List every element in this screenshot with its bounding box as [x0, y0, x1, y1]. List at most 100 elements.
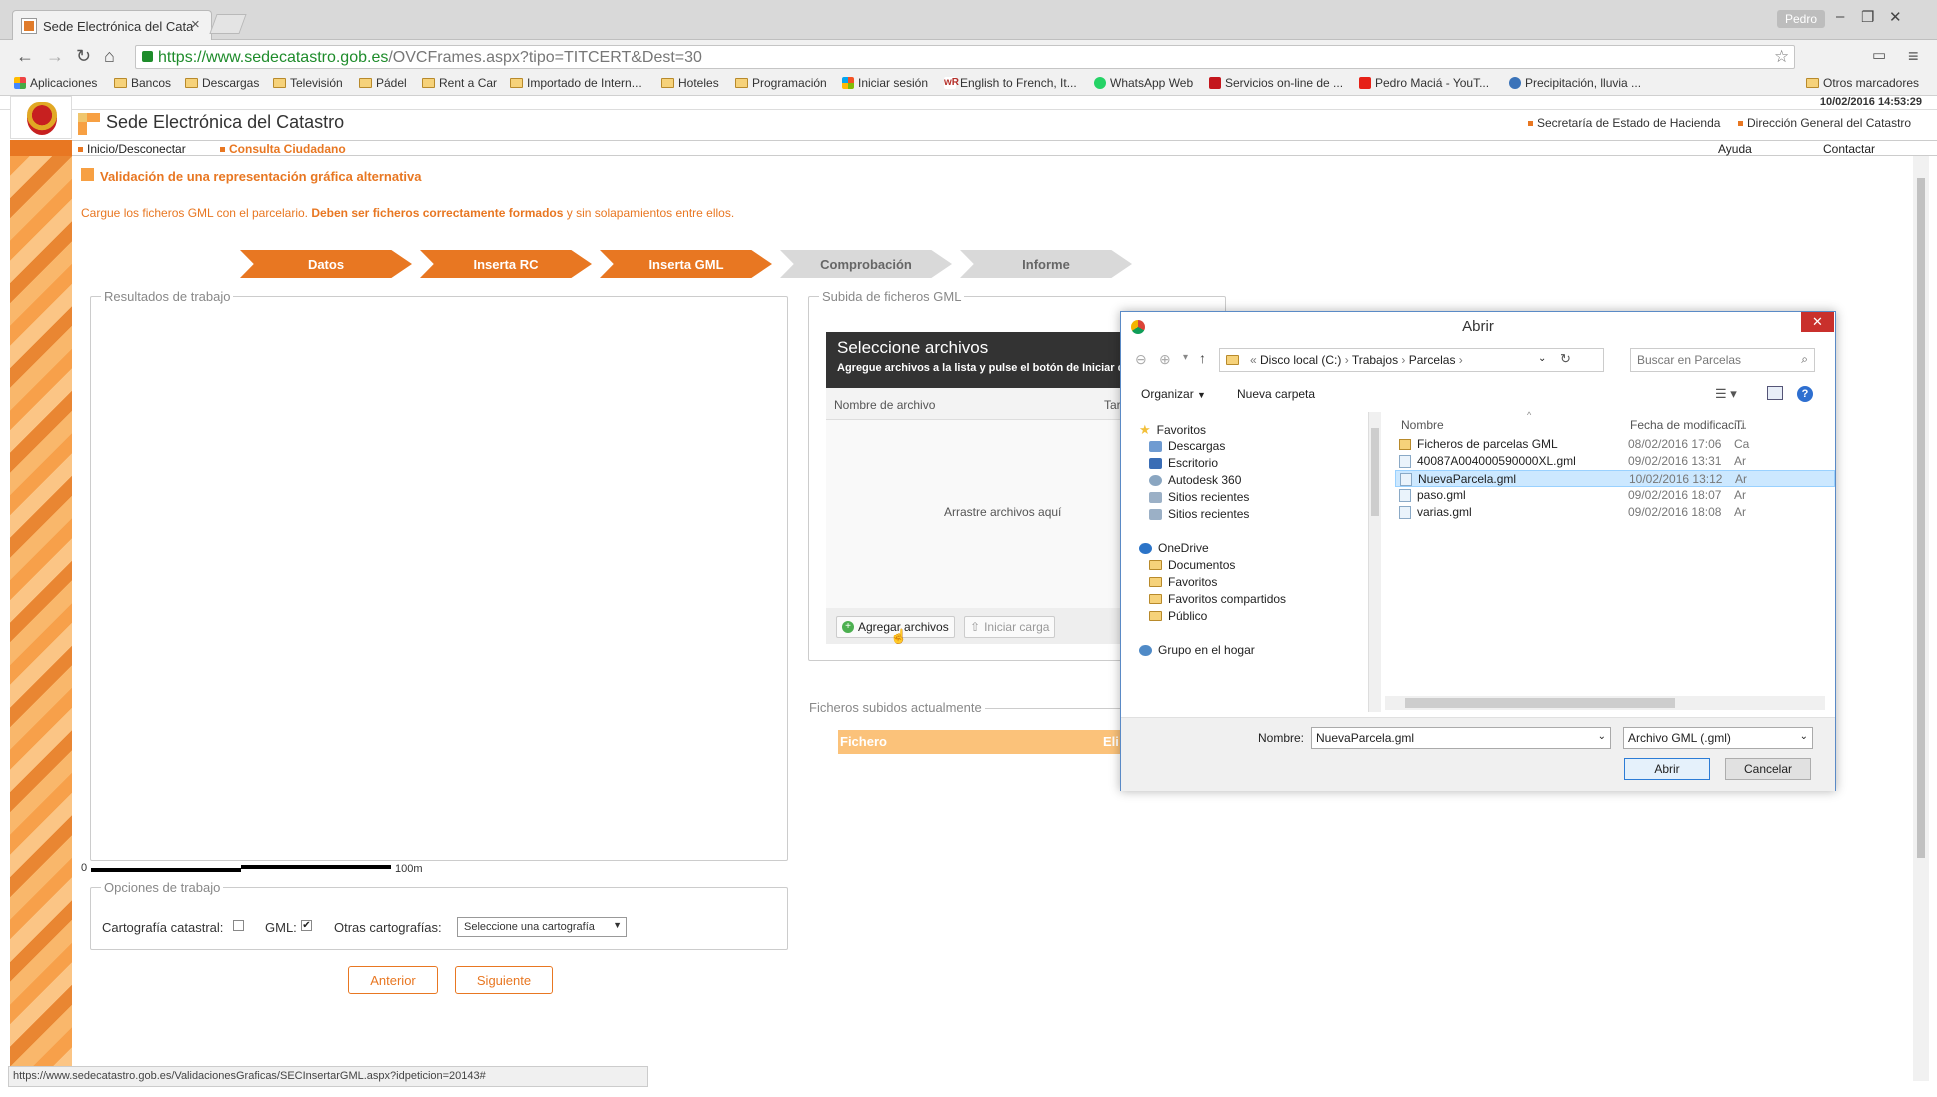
bookmark-apps[interactable]: Aplicaciones — [14, 76, 97, 90]
preview-pane-icon[interactable] — [1767, 386, 1783, 400]
organize-menu[interactable]: Organizar ▼ — [1141, 387, 1206, 401]
gml-checkbox[interactable]: ✔ — [301, 920, 312, 931]
nav-favoritos-od[interactable]: Favoritos — [1149, 575, 1217, 589]
nav-label: Sitios recientes — [1168, 507, 1250, 521]
cast-icon[interactable]: ▭ — [1872, 46, 1886, 64]
bookmark-item[interactable]: Precipitación, lluvia ... — [1509, 76, 1641, 90]
refresh-icon[interactable]: ↻ — [1560, 351, 1571, 367]
link-secretaria[interactable]: Secretaría de Estado de Hacienda — [1528, 116, 1720, 130]
nav-autodesk[interactable]: Autodesk 360 — [1149, 473, 1241, 487]
chevron-down-icon[interactable]: ⌄ — [1538, 353, 1546, 364]
step-inserta-rc[interactable]: Inserta RC — [420, 250, 592, 278]
breadcrumb-item[interactable]: Parcelas — [1409, 353, 1456, 367]
siguiente-button[interactable]: Siguiente — [455, 966, 553, 994]
gobierno-logo[interactable] — [10, 96, 72, 139]
file-row[interactable]: Ficheros de parcelas GML 08/02/2016 17:06… — [1395, 436, 1835, 453]
address-bar[interactable]: https://www.sedecatastro.gob.es/OVCFrame… — [135, 45, 1795, 69]
nav-recientes[interactable]: Sitios recientes — [1149, 490, 1249, 504]
file-row[interactable]: paso.gml 09/02/2016 18:07 Ar — [1395, 487, 1835, 504]
menu-icon[interactable]: ≡ — [1908, 46, 1919, 67]
other-bookmarks[interactable]: Otros marcadores — [1806, 76, 1919, 90]
bookmark-item[interactable]: Iniciar sesión — [842, 76, 928, 90]
scrollbar-thumb[interactable] — [1371, 428, 1379, 516]
bookmark-item[interactable]: Rent a Car — [422, 76, 497, 90]
recent-dropdown-icon[interactable]: ▾ — [1183, 352, 1188, 363]
nav-consulta[interactable]: Consulta Ciudadano — [220, 142, 346, 156]
step-datos[interactable]: Datos — [240, 250, 412, 278]
minimize-icon[interactable]: – — [1836, 8, 1844, 25]
link-direccion[interactable]: Dirección General del Catastro — [1738, 116, 1911, 130]
open-button[interactable]: Abrir — [1624, 758, 1710, 780]
close-tab-icon[interactable]: × — [191, 16, 200, 33]
user-badge[interactable]: Pedro — [1777, 10, 1826, 28]
scrollbar-thumb[interactable] — [1405, 698, 1675, 708]
dialog-search-input[interactable]: Buscar en Parcelas ⌕ — [1630, 348, 1815, 372]
reload-icon[interactable]: ↻ — [76, 46, 91, 67]
help-icon[interactable]: ? — [1797, 386, 1813, 402]
col-tipo[interactable]: Ti — [1735, 418, 1745, 432]
bookmark-item[interactable]: WhatsApp Web — [1094, 76, 1193, 90]
col-size: Tar — [1104, 398, 1121, 412]
file-list-hscrollbar[interactable] — [1385, 696, 1825, 710]
bookmark-item[interactable]: Hoteles — [661, 76, 719, 90]
drop-area[interactable]: Arrastre archivos aquí — [826, 420, 1126, 620]
dialog-breadcrumb[interactable]: « Disco local (C:) › Trabajos › Parcelas… — [1219, 348, 1604, 372]
bookmark-item[interactable]: Descargas — [185, 76, 259, 90]
nav-grupo-hogar[interactable]: Grupo en el hogar — [1139, 643, 1255, 657]
nav-inicio[interactable]: Inicio/Desconectar — [78, 142, 186, 156]
dialog-titlebar[interactable]: Abrir ✕ — [1121, 312, 1835, 342]
close-window-icon[interactable]: ✕ — [1889, 8, 1902, 26]
nav-contactar[interactable]: Contactar — [1823, 142, 1875, 156]
nav-descargas[interactable]: Descargas — [1149, 439, 1225, 453]
nav-compartidos[interactable]: Favoritos compartidos — [1149, 592, 1286, 606]
breadcrumb-item[interactable]: Disco local (C:) — [1260, 353, 1341, 367]
folder-icon — [273, 78, 286, 88]
view-options-icon[interactable]: ☰ ▾ — [1715, 386, 1737, 402]
nav-pane-scrollbar[interactable] — [1369, 412, 1381, 712]
new-folder-button[interactable]: Nueva carpeta — [1237, 387, 1315, 401]
col-nombre[interactable]: Nombre — [1401, 418, 1444, 432]
bookmark-item[interactable]: Programación — [735, 76, 827, 90]
bookmark-item[interactable]: Televisión — [273, 76, 343, 90]
home-icon[interactable]: ⌂ — [104, 46, 115, 67]
nav-escritorio[interactable]: Escritorio — [1149, 456, 1218, 470]
dialog-close-icon[interactable]: ✕ — [1801, 312, 1834, 332]
file-row[interactable]: varias.gml 09/02/2016 18:08 Ar — [1395, 504, 1835, 521]
file-row-selected[interactable]: NuevaParcela.gml 10/02/2016 13:12 Ar — [1395, 470, 1835, 487]
nav-documentos[interactable]: Documentos — [1149, 558, 1235, 572]
nav-recientes[interactable]: Sitios recientes — [1149, 507, 1249, 521]
step-inserta-gml[interactable]: Inserta GML — [600, 250, 772, 278]
nav-favoritos[interactable]: ★ Favoritos — [1139, 422, 1206, 438]
browser-tab[interactable]: Sede Electrónica del Catas × — [12, 10, 212, 40]
back-icon[interactable]: ← — [16, 46, 34, 67]
filetype-select[interactable]: Archivo GML (.gml) ⌄ — [1623, 727, 1813, 749]
up-folder-icon[interactable]: ↑ — [1199, 350, 1206, 366]
cartografia-select[interactable]: Seleccione una cartografía ▼ — [457, 917, 627, 937]
bookmark-item[interactable]: Servicios on-line de ... — [1209, 76, 1343, 90]
file-row[interactable]: 40087A004000590000XL.gml 09/02/2016 13:31… — [1395, 453, 1835, 470]
filename-input[interactable]: NuevaParcela.gml ⌄ — [1311, 727, 1611, 749]
page-scrollbar[interactable] — [1913, 156, 1929, 1081]
dialog-forward-icon[interactable]: ⊕ — [1159, 351, 1171, 368]
bookmark-item[interactable]: wR English to French, It... — [944, 76, 1077, 90]
cancel-button[interactable]: Cancelar — [1725, 758, 1811, 780]
bookmark-item[interactable]: Bancos — [114, 76, 171, 90]
nav-onedrive[interactable]: OneDrive — [1139, 541, 1209, 555]
anterior-button[interactable]: Anterior — [348, 966, 438, 994]
col-fecha[interactable]: Fecha de modificaci... — [1630, 418, 1747, 432]
star-icon[interactable]: ☆ — [1774, 47, 1789, 67]
scrollbar-thumb[interactable] — [1917, 178, 1925, 858]
restore-icon[interactable]: ❐ — [1861, 8, 1874, 26]
dialog-back-icon[interactable]: ⊖ — [1135, 351, 1147, 368]
forward-icon[interactable]: → — [46, 46, 64, 67]
bookmark-item[interactable]: Pedro Maciá - YouT... — [1359, 76, 1489, 90]
bookmark-item[interactable]: Pádel — [359, 76, 407, 90]
nav-publico[interactable]: Público — [1149, 609, 1207, 623]
bookmark-item[interactable]: Importado de Intern... — [510, 76, 642, 90]
site-title[interactable]: Sede Electrónica del Catastro — [106, 112, 344, 133]
nav-ayuda[interactable]: Ayuda — [1718, 142, 1752, 156]
start-upload-button[interactable]: ⇧ Iniciar carga — [964, 616, 1056, 638]
cartografia-checkbox[interactable] — [233, 920, 244, 931]
new-tab-button[interactable] — [209, 14, 247, 34]
breadcrumb-item[interactable]: Trabajos — [1352, 353, 1398, 367]
